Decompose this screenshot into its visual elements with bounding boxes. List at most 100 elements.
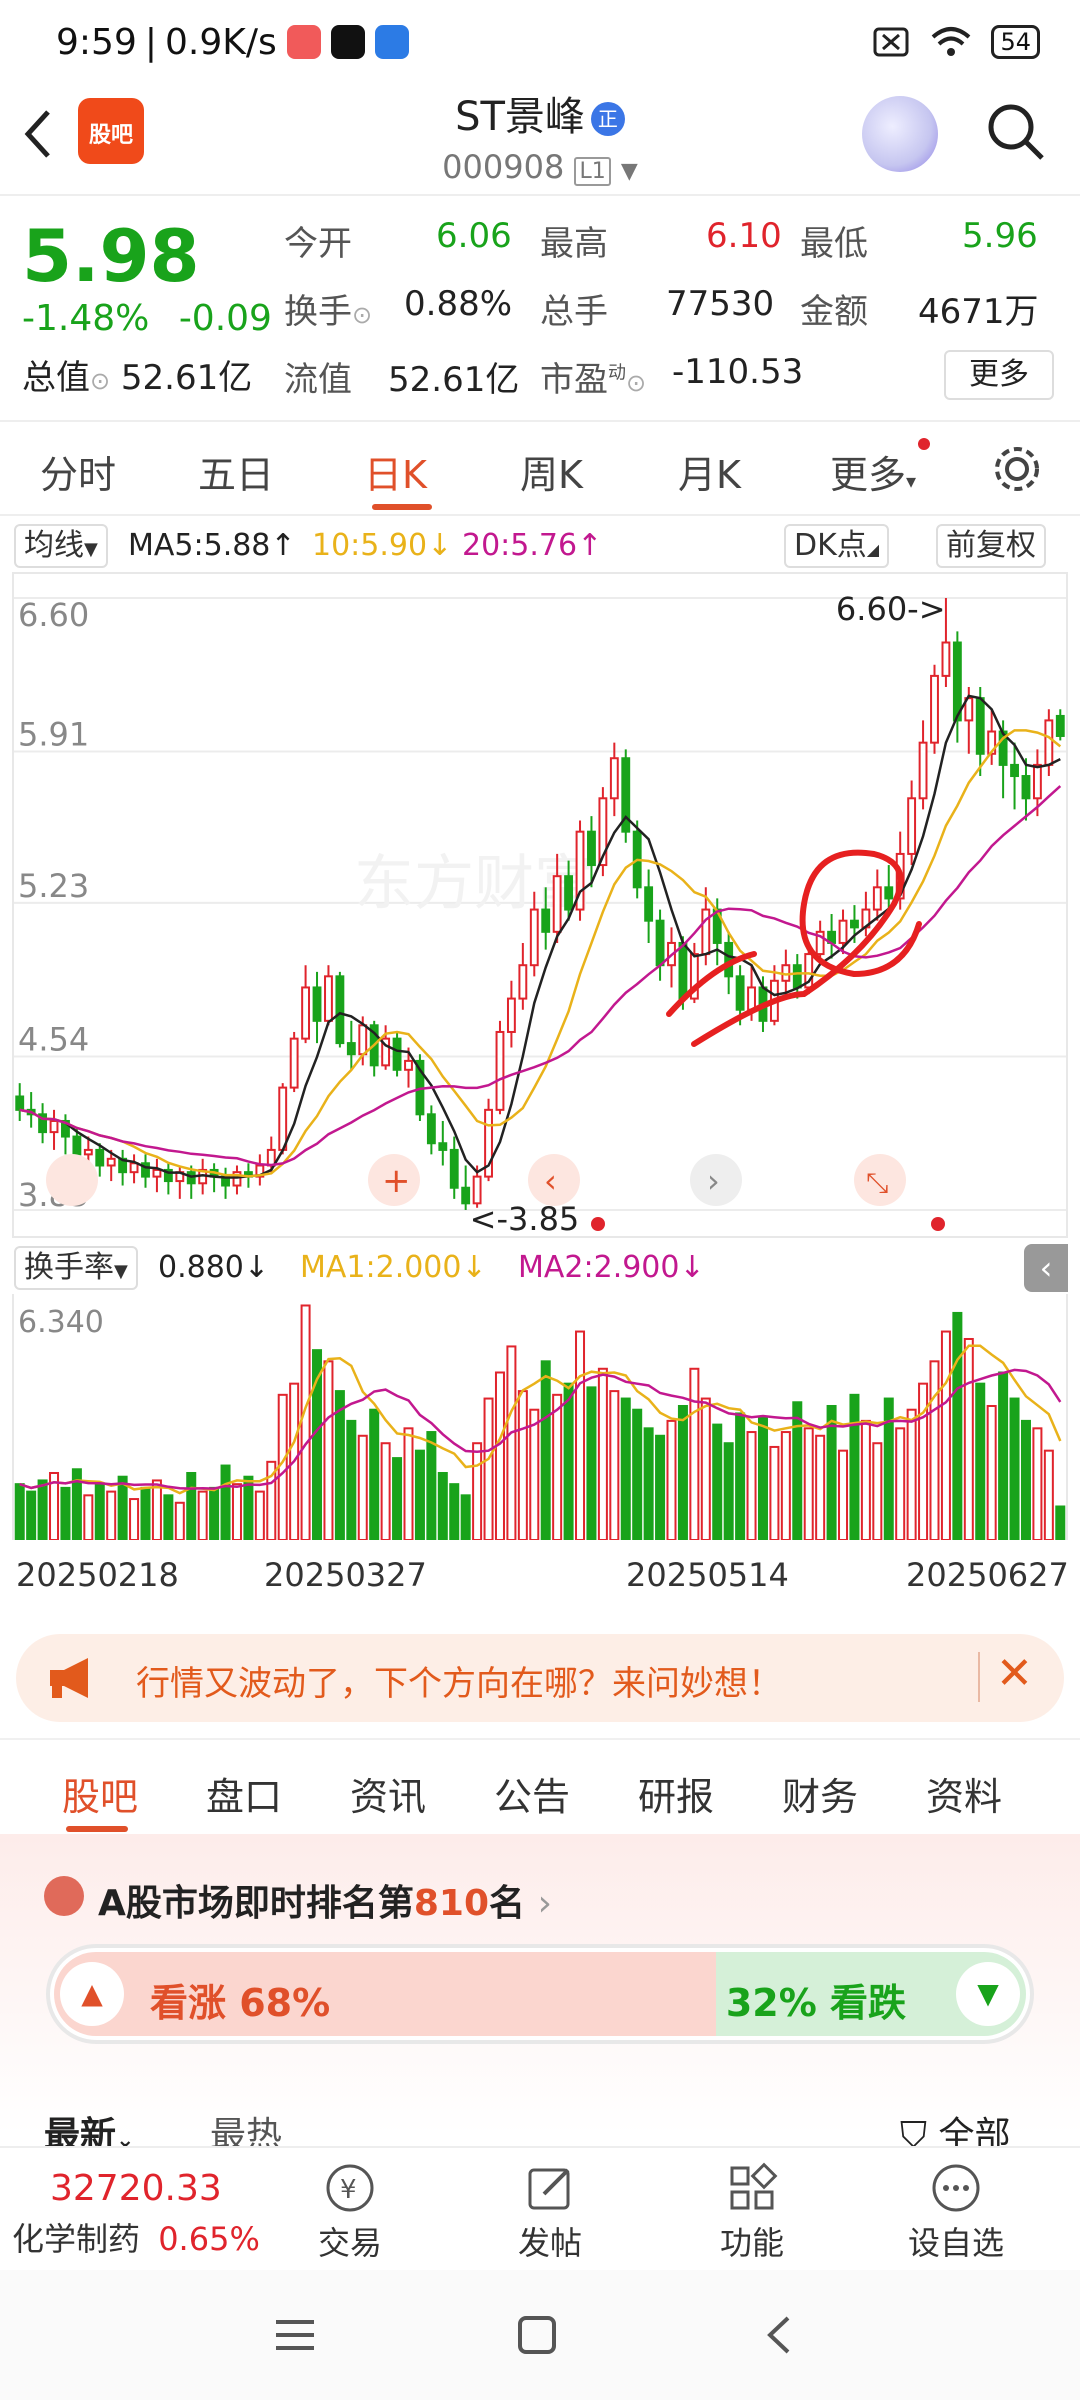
- candle-body: [129, 1162, 139, 1174]
- sector-index[interactable]: 化学制药 0.65%: [12, 2214, 260, 2260]
- turnover-bar: [151, 1479, 162, 1541]
- high-label: 最高: [540, 224, 608, 264]
- post-button[interactable]: 发帖: [480, 2158, 620, 2264]
- turnover-bar: [14, 1483, 25, 1541]
- status-separator: |: [144, 21, 157, 63]
- ai-banner[interactable]: 行情又波动了，下个方向在哪？来问妙想！ ✕: [16, 1634, 1064, 1722]
- bear-arrow-icon[interactable]: ▼: [956, 1962, 1020, 2026]
- tab-daily-k[interactable]: 日K: [364, 444, 427, 499]
- tab-financials[interactable]: 财务: [782, 1766, 858, 1821]
- trade-button[interactable]: ¥ 交易: [280, 2158, 420, 2264]
- candle-body: [747, 986, 756, 1011]
- gear-icon: [995, 447, 1039, 491]
- indicator-selector[interactable]: 均线▼: [14, 524, 108, 568]
- search-button[interactable]: [984, 100, 1046, 162]
- turnover-bar: [1032, 1427, 1043, 1541]
- prev-chart-control[interactable]: [46, 1154, 98, 1206]
- turnover-bar: [655, 1434, 666, 1541]
- ma5-line: [19, 694, 1061, 1179]
- pe-value: -110.53: [672, 352, 804, 392]
- turnover-bar: [575, 1330, 586, 1541]
- turnover-bar: [254, 1490, 265, 1541]
- banner-close-button[interactable]: ✕: [996, 1648, 1033, 1699]
- collapse-side-button[interactable]: ‹: [1024, 1244, 1068, 1292]
- volume-label: 总手: [540, 292, 608, 332]
- pe-dynamic-mark: 动: [608, 362, 626, 384]
- candle-body: [449, 1148, 459, 1189]
- turnover-bar: [83, 1494, 94, 1542]
- turnover-bar: [231, 1483, 242, 1541]
- back-triangle-icon: [767, 2316, 790, 2354]
- low-label: 最低: [800, 224, 868, 264]
- candle-body: [907, 797, 917, 855]
- turnover-bar: [597, 1367, 608, 1541]
- ma-legend-bar: 均线▼ MA5:5.88↑ 10:5.90↓ 20:5.76↑ DK点◢ 前复权: [0, 518, 1080, 574]
- ranking-icon: [44, 1876, 84, 1916]
- feed-tabs: 最新⌄ 最热 ⛉ 全部: [0, 2096, 1080, 2156]
- kline-chart[interactable]: 东方财富 6.605.915.234.543.856.60-><-3.85 + …: [12, 572, 1068, 1238]
- y-tick-label: 5.23: [18, 867, 89, 905]
- tab-news[interactable]: 资讯: [350, 1766, 426, 1821]
- bull-arrow-icon[interactable]: ▲: [60, 1962, 124, 2026]
- stock-code: 000908: [442, 148, 565, 186]
- rank-title[interactable]: A股市场即时排名第810名 ›: [98, 1874, 552, 1926]
- market-cap-value: 52.61亿: [120, 358, 253, 398]
- tab-five-day[interactable]: 五日: [198, 444, 274, 499]
- settings-button[interactable]: [990, 442, 1044, 500]
- turnover-current: 0.880↓: [158, 1250, 270, 1285]
- adjust-selector[interactable]: 前复权: [936, 524, 1046, 568]
- candle-body: [289, 1037, 299, 1089]
- turnover-bar: [174, 1501, 185, 1542]
- candle-body: [72, 1135, 82, 1156]
- tab-guba[interactable]: 股吧: [62, 1766, 138, 1821]
- tab-profile[interactable]: 资料: [926, 1766, 1002, 1821]
- turnover-bar: [872, 1442, 883, 1541]
- dk-point-selector[interactable]: DK点◢: [784, 524, 890, 568]
- turnover-bar: [609, 1390, 620, 1542]
- y-tick-label: 5.91: [18, 716, 89, 754]
- y-tick-label: 4.54: [18, 1020, 89, 1058]
- candle-body: [404, 1059, 413, 1071]
- level-badge: L1: [574, 157, 611, 186]
- turnover-max-label: 6.340: [18, 1305, 104, 1340]
- status-time: 9:59: [56, 21, 137, 63]
- market-cap: 总值⊙ 52.61亿: [22, 350, 252, 399]
- functions-button[interactable]: 功能: [682, 2158, 822, 2264]
- tab-monthly-k[interactable]: 月K: [678, 444, 741, 499]
- more-quote-button[interactable]: 更多: [944, 350, 1054, 400]
- battery-indicator: 54: [991, 25, 1040, 59]
- turnover-chart[interactable]: 6.340: [12, 1294, 1068, 1542]
- add-watchlist-button[interactable]: 设自选: [886, 2158, 1026, 2264]
- turnover-bar: [60, 1486, 71, 1541]
- back-nav-button[interactable]: [754, 2310, 804, 2364]
- tab-order-book[interactable]: 盘口: [206, 1766, 282, 1821]
- turnover-bar: [552, 1393, 563, 1542]
- turnover-bar: [838, 1449, 849, 1541]
- sector-index-value[interactable]: 32720.33: [50, 2168, 222, 2209]
- sector-name: 化学制药: [12, 2220, 141, 2258]
- candle-body: [392, 1037, 402, 1071]
- home-nav-button[interactable]: [512, 2310, 562, 2364]
- date-label: 20250627: [906, 1556, 1069, 1594]
- period-tabs: 分时 五日 日K 周K 月K 更多▾: [0, 420, 1080, 516]
- menu-nav-button[interactable]: [270, 2310, 320, 2364]
- candle-body: [335, 975, 345, 1045]
- open-label: 今开: [284, 224, 352, 264]
- sub-indicator-selector[interactable]: 换手率▼: [14, 1246, 138, 1290]
- turnover-bar: [1043, 1449, 1054, 1541]
- candle-body: [426, 1113, 436, 1145]
- tab-weekly-k[interactable]: 周K: [520, 444, 583, 499]
- tab-research[interactable]: 研报: [638, 1766, 714, 1821]
- turnover-bar: [472, 1442, 483, 1541]
- tab-announcements[interactable]: 公告: [494, 1766, 570, 1821]
- bottom-toolbar: 32720.33 化学制药 0.65% ¥ 交易 发帖 功能 设自选: [0, 2146, 1080, 2270]
- candle-body: [301, 986, 311, 1040]
- chevron-right-icon: ›: [537, 1883, 552, 1924]
- tab-more[interactable]: 更多▾: [830, 444, 916, 499]
- chevron-right-icon: ›: [707, 1162, 720, 1200]
- candle-body: [461, 1186, 471, 1205]
- tab-intraday[interactable]: 分时: [40, 444, 116, 499]
- ai-assistant-avatar[interactable]: [862, 96, 938, 172]
- turnover-bar: [757, 1416, 768, 1541]
- candle-body: [975, 697, 985, 755]
